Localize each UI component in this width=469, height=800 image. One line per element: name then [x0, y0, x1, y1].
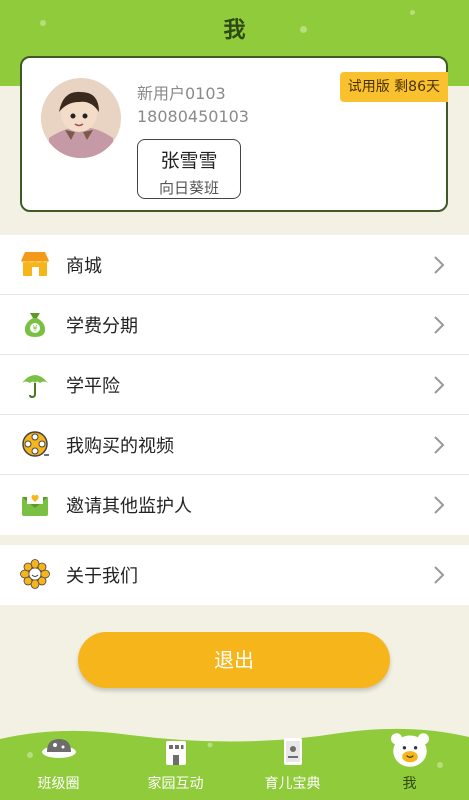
- menu-item-purchased-videos[interactable]: 我购买的视频: [0, 415, 469, 475]
- bear-face-icon: [391, 733, 429, 767]
- child-name: 张雪雪: [160, 150, 218, 172]
- tab-me[interactable]: 我: [351, 725, 468, 800]
- umbrella-icon: [22, 375, 48, 399]
- chevron-right-icon: [434, 496, 445, 514]
- chevron-right-icon: [434, 566, 445, 584]
- chevron-right-icon: [434, 256, 445, 274]
- menu-item-label: 商城: [66, 256, 102, 277]
- menu-item-tuition-installment[interactable]: ¥ 学费分期: [0, 295, 469, 355]
- book-icon: [284, 738, 302, 765]
- child-class: 向日葵班: [158, 179, 219, 197]
- building-icon: [166, 741, 186, 765]
- invite-envelope-icon: [22, 492, 48, 516]
- bottom-tab-bar: 班级圈 家园互动 育儿宝典 我: [0, 725, 469, 800]
- tab-label: 我: [402, 776, 417, 792]
- logout-button[interactable]: 退出: [78, 632, 390, 688]
- menu-item-label: 邀请其他监护人: [66, 496, 192, 517]
- tab-home-interaction[interactable]: 家园互动: [117, 725, 234, 800]
- trial-badge: 试用版 剩86天: [339, 72, 448, 102]
- sunflower-icon: [20, 559, 50, 589]
- menu-list: 商城 ¥ 学费分期 学平险 我购买的视频 邀请其他监护人: [0, 235, 469, 535]
- film-reel-icon: [22, 431, 49, 457]
- about-section: 关于我们: [0, 545, 469, 605]
- user-nickname: 新用户0103: [137, 84, 226, 103]
- page-title: 我: [223, 18, 246, 43]
- menu-item-store[interactable]: 商城: [0, 235, 469, 295]
- profile-card[interactable]: 新用户0103 18080450103 张雪雪 向日葵班 试用版 剩86天: [20, 56, 448, 212]
- menu-item-label: 关于我们: [66, 566, 138, 587]
- tab-label: 育儿宝典: [264, 776, 321, 792]
- svg-text:¥: ¥: [32, 324, 37, 333]
- menu-item-about-us[interactable]: 关于我们: [0, 545, 469, 605]
- tab-label: 班级圈: [37, 776, 80, 792]
- chevron-right-icon: [434, 376, 445, 394]
- menu-item-invite-guardian[interactable]: 邀请其他监护人: [0, 475, 469, 535]
- chevron-right-icon: [434, 436, 445, 454]
- avatar[interactable]: [41, 78, 121, 158]
- menu-item-label: 学费分期: [66, 316, 138, 337]
- menu-item-label: 我购买的视频: [66, 436, 174, 457]
- chevron-right-icon: [434, 316, 445, 334]
- tab-parenting-guide[interactable]: 育儿宝典: [234, 725, 351, 800]
- menu-item-label: 学平险: [66, 376, 120, 397]
- tab-class-circle[interactable]: 班级圈: [0, 725, 117, 800]
- store-icon: [21, 252, 49, 276]
- menu-item-student-insurance[interactable]: 学平险: [0, 355, 469, 415]
- tab-label: 家园互动: [147, 776, 204, 792]
- user-phone: 18080450103: [137, 107, 249, 126]
- planet-icon: [42, 739, 76, 758]
- money-bag-icon: ¥: [24, 313, 46, 337]
- child-info-box[interactable]: 张雪雪 向日葵班: [137, 139, 241, 199]
